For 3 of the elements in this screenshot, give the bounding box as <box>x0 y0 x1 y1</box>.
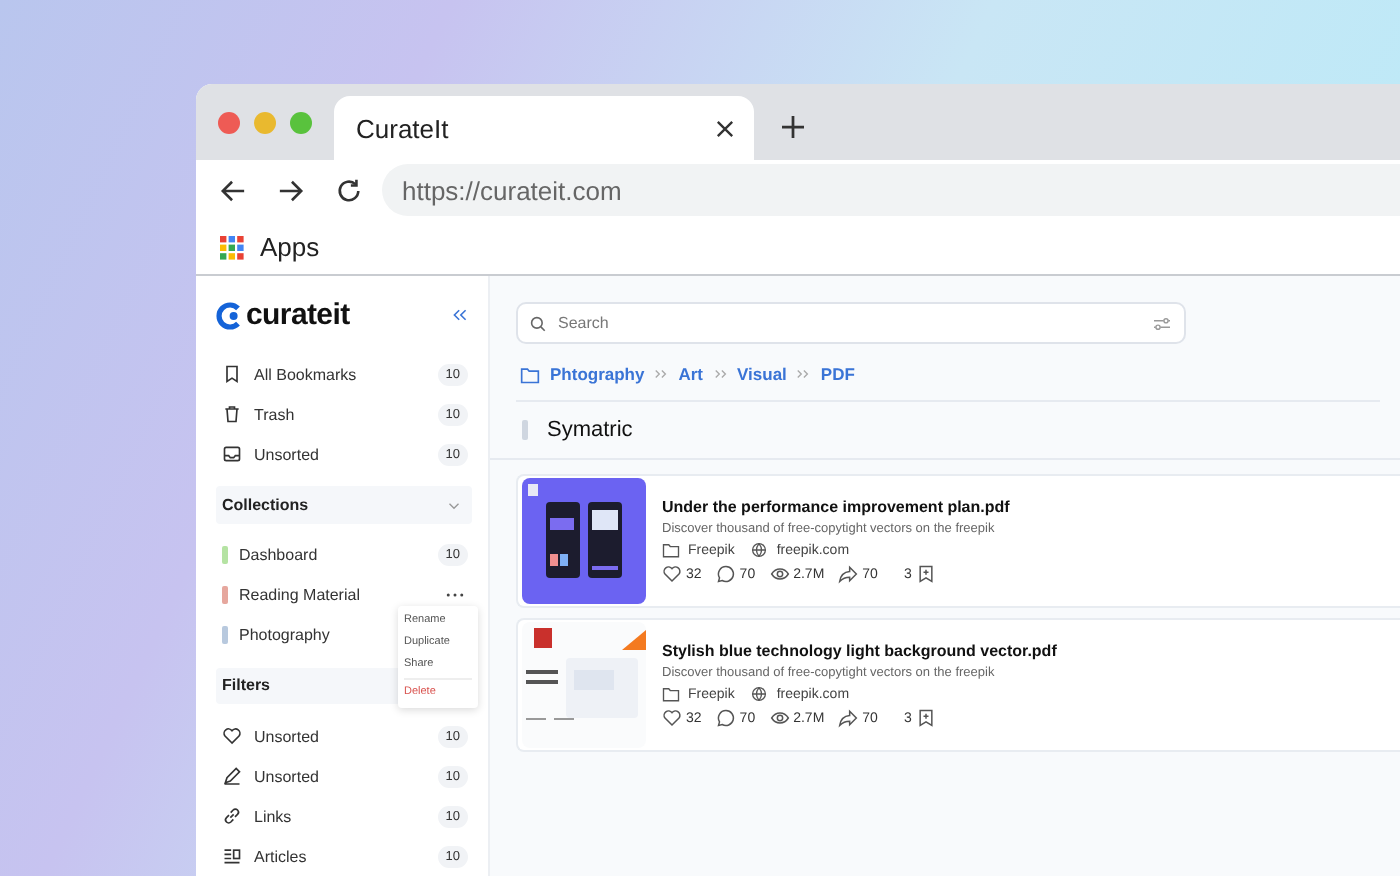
logo-text: curateit <box>246 298 350 333</box>
tab-title: CurateIt <box>356 113 449 143</box>
section-title: Symatric <box>547 418 633 442</box>
